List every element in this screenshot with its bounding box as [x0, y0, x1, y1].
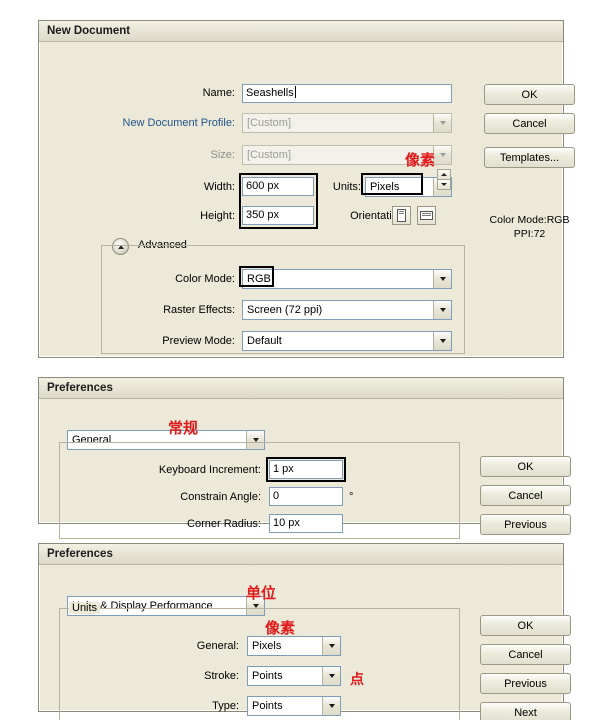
chevron-down-icon[interactable] — [433, 270, 451, 288]
new-document-body: Name: Seashells New Document Profile: [C… — [39, 42, 575, 356]
chevron-down-icon[interactable] — [322, 697, 340, 715]
color-mode-label: Color Mode: — [175, 273, 235, 285]
preferences-units-dialog: Preferences Units & Display Performance … — [38, 543, 571, 720]
size-label: Size: — [210, 149, 235, 161]
height-label: Height: — [200, 210, 235, 222]
chevron-down-icon[interactable] — [433, 332, 451, 350]
annotation-general-cn: 常规 — [168, 419, 199, 437]
annotation-points-cn: 点 — [350, 672, 364, 688]
preferences-general-body: General Keyboard Increment: 1 px Constra… — [39, 399, 571, 539]
ok-button[interactable]: OK — [480, 456, 571, 477]
chevron-down-icon[interactable] — [433, 114, 451, 132]
ok-button[interactable]: OK — [480, 615, 571, 636]
orientation-portrait-button[interactable] — [392, 206, 411, 225]
spinner-up-button[interactable] — [437, 169, 451, 179]
preview-mode-label: Preview Mode: — [162, 335, 235, 347]
new-document-dialog: New Document Name: Seashells New Documen… — [38, 20, 575, 358]
units-spinner[interactable] — [437, 169, 451, 190]
preferences-general-title: Preferences — [47, 382, 113, 394]
spinner-down-button[interactable] — [437, 179, 451, 190]
annotation-units-cn: 单位 — [246, 584, 277, 602]
preferences-units-title: Preferences — [47, 548, 113, 560]
annotation-pixels-cn: 像素 — [265, 619, 296, 637]
chevron-down-icon[interactable] — [322, 637, 340, 655]
corner-radius-input[interactable]: 10 px — [269, 514, 343, 533]
preview-mode-combo[interactable]: Default — [242, 331, 452, 351]
units-stroke-value: Points — [252, 670, 283, 682]
cancel-button[interactable]: Cancel — [484, 113, 575, 134]
raster-effects-value: Screen (72 ppi) — [247, 304, 323, 316]
constrain-angle-value: 0 — [273, 490, 280, 502]
width-input[interactable]: 600 px — [242, 177, 314, 196]
keyboard-increment-value: 1 px — [273, 463, 294, 475]
previous-button[interactable]: Previous — [480, 673, 571, 694]
corner-radius-value: 10 px — [273, 517, 300, 529]
templates-button[interactable]: Templates... — [484, 147, 575, 168]
units-general-label: General: — [196, 640, 239, 652]
new-document-profile-combo[interactable]: [Custom] — [242, 113, 452, 133]
ppi-info: PPI:72 — [513, 228, 546, 240]
next-button[interactable]: Next — [480, 702, 571, 720]
constrain-angle-label: Constrain Angle: — [180, 491, 261, 503]
preview-mode-value: Default — [247, 335, 282, 347]
chevron-down-icon[interactable] — [433, 301, 451, 319]
color-mode-combo[interactable]: RGB — [242, 269, 452, 289]
ok-button[interactable]: OK — [484, 84, 575, 105]
previous-button[interactable]: Previous — [480, 514, 571, 535]
keyboard-increment-label: Keyboard Increment: — [158, 464, 261, 476]
units-value: Pixels — [370, 181, 400, 193]
chevron-down-icon[interactable] — [322, 667, 340, 685]
width-value: 600 px — [246, 180, 280, 192]
screenshot-root: New Document Name: Seashells New Documen… — [0, 0, 600, 720]
units-stroke-label: Stroke: — [204, 670, 239, 682]
new-document-titlebar: New Document — [39, 21, 563, 42]
cancel-button[interactable]: Cancel — [480, 485, 571, 506]
name-input[interactable]: Seashells — [242, 84, 452, 103]
chevron-down-icon[interactable] — [433, 146, 451, 164]
raster-effects-label: Raster Effects: — [163, 304, 235, 316]
color-mode-info: Color Mode:RGB — [489, 214, 570, 226]
new-document-title: New Document — [47, 25, 131, 37]
units-general-combo[interactable]: Pixels — [247, 636, 341, 656]
color-mode-value: RGB — [247, 273, 271, 285]
preferences-units-body: Units & Display Performance Units Genera… — [39, 565, 571, 720]
units-label: Units: — [332, 181, 361, 193]
preferences-units-titlebar: Preferences — [39, 544, 563, 565]
height-value: 350 px — [246, 209, 280, 221]
keyboard-increment-input[interactable]: 1 px — [269, 460, 343, 479]
portrait-icon — [397, 209, 406, 222]
orientation-landscape-button[interactable] — [417, 206, 436, 225]
units-group-legend: Units — [69, 602, 101, 614]
degree-symbol: ° — [349, 491, 354, 503]
preferences-general-titlebar: Preferences — [39, 378, 563, 399]
cancel-button[interactable]: Cancel — [480, 644, 571, 665]
corner-radius-label: Corner Radius: — [187, 518, 261, 530]
units-stroke-combo[interactable]: Points — [247, 666, 341, 686]
landscape-icon — [420, 211, 433, 220]
new-document-profile-label: New Document Profile: — [122, 117, 236, 129]
name-label: Name: — [202, 87, 235, 99]
text-caret — [294, 86, 296, 98]
units-type-combo[interactable]: Points — [247, 696, 341, 716]
constrain-angle-input[interactable]: 0 — [269, 487, 343, 506]
new-document-profile-value: [Custom] — [247, 117, 292, 129]
name-input-value: Seashells — [246, 87, 294, 99]
height-input[interactable]: 350 px — [242, 206, 314, 225]
units-type-value: Points — [252, 700, 283, 712]
units-general-value: Pixels — [252, 640, 282, 652]
annotation-pixels-cn: 像素 — [405, 151, 436, 169]
units-type-label: Type: — [212, 700, 239, 712]
preferences-general-dialog: Preferences General Keyboard Increment: … — [38, 377, 571, 539]
width-label: Width: — [203, 181, 235, 193]
raster-effects-combo[interactable]: Screen (72 ppi) — [242, 300, 452, 320]
